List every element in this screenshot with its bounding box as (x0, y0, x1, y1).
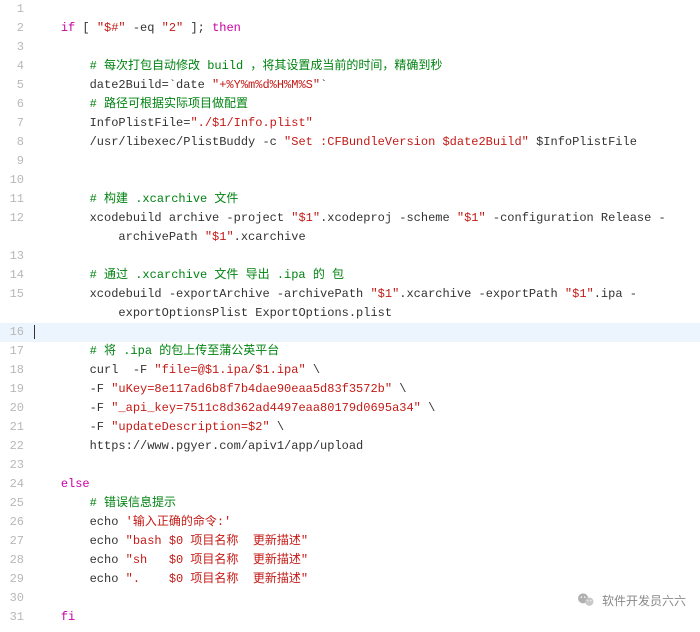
code-line[interactable]: 6 # 路径可根据实际项目做配置 (0, 95, 700, 114)
code-content: /usr/libexec/PlistBuddy -c "Set :CFBundl… (32, 133, 700, 152)
code-line[interactable]: 19 -F "uKey=8e117ad6b8f7b4dae90eaa5d83f3… (0, 380, 700, 399)
line-number: 6 (0, 95, 32, 114)
code-content: date2Build=`date "+%Y%m%d%H%M%S"` (32, 76, 700, 95)
line-number: 21 (0, 418, 32, 437)
code-content: curl -F "file=@$1.ipa/$1.ipa" \ (32, 361, 700, 380)
line-number: 27 (0, 532, 32, 551)
code-line[interactable]: 12 xcodebuild archive -project "$1".xcod… (0, 209, 700, 228)
code-line[interactable]: 31 fi (0, 608, 700, 627)
line-number: 15 (0, 285, 32, 304)
code-line[interactable]: 10 (0, 171, 700, 190)
code-line[interactable]: 15 xcodebuild -exportArchive -archivePat… (0, 285, 700, 304)
code-line[interactable]: 20 -F "_api_key=7511c8d362ad4497eaa80179… (0, 399, 700, 418)
line-number: 31 (0, 608, 32, 627)
code-line[interactable]: 18 curl -F "file=@$1.ipa/$1.ipa" \ (0, 361, 700, 380)
code-content (32, 323, 700, 342)
code-content: archivePath "$1".xcarchive (32, 228, 700, 247)
line-number: 2 (0, 19, 32, 38)
line-number: 28 (0, 551, 32, 570)
code-editor[interactable]: 12 if [ "$#" -eq "2" ]; then34 # 每次打包自动修… (0, 0, 700, 632)
code-line[interactable]: 13 (0, 247, 700, 266)
line-number: 13 (0, 247, 32, 266)
source-label: 软件开发员六六 (602, 592, 686, 609)
code-content: # 将 .ipa 的包上传至蒲公英平台 (32, 342, 700, 361)
line-number: 22 (0, 437, 32, 456)
code-content: xcodebuild archive -project "$1".xcodepr… (32, 209, 700, 228)
code-content: # 构建 .xcarchive 文件 (32, 190, 700, 209)
line-number: 4 (0, 57, 32, 76)
line-number: 17 (0, 342, 32, 361)
code-line[interactable]: 21 -F "updateDescription=$2" \ (0, 418, 700, 437)
line-number: 11 (0, 190, 32, 209)
line-number: 16 (0, 323, 32, 342)
code-content: -F "uKey=8e117ad6b8f7b4dae90eaa5d83f3572… (32, 380, 700, 399)
code-line[interactable]: 14 # 通过 .xcarchive 文件 导出 .ipa 的 包 (0, 266, 700, 285)
code-content: # 路径可根据实际项目做配置 (32, 95, 700, 114)
line-number: 26 (0, 513, 32, 532)
code-line[interactable]: 25 # 错误信息提示 (0, 494, 700, 513)
line-number: 8 (0, 133, 32, 152)
code-content: # 通过 .xcarchive 文件 导出 .ipa 的 包 (32, 266, 700, 285)
line-number: 24 (0, 475, 32, 494)
code-line[interactable]: 11 # 构建 .xcarchive 文件 (0, 190, 700, 209)
line-number: 12 (0, 209, 32, 228)
code-line[interactable]: 4 # 每次打包自动修改 build ，将其设置成当前的时间，精确到秒 (0, 57, 700, 76)
line-number: 3 (0, 38, 32, 57)
code-content: InfoPlistFile="./$1/Info.plist" (32, 114, 700, 133)
code-content: xcodebuild -exportArchive -archivePath "… (32, 285, 700, 304)
line-number: 1 (0, 0, 32, 19)
code-line[interactable]: 26 echo '输入正确的命令:' (0, 513, 700, 532)
code-line[interactable]: 7 InfoPlistFile="./$1/Info.plist" (0, 114, 700, 133)
code-line[interactable]: 1 (0, 0, 700, 19)
code-content: # 错误信息提示 (32, 494, 700, 513)
code-line[interactable]: 8 /usr/libexec/PlistBuddy -c "Set :CFBun… (0, 133, 700, 152)
code-content: echo "sh $0 项目名称 更新描述" (32, 551, 700, 570)
line-number: 9 (0, 152, 32, 171)
code-line[interactable]: 16 (0, 323, 700, 342)
line-number: 7 (0, 114, 32, 133)
code-line[interactable]: 24 else (0, 475, 700, 494)
code-line[interactable]: 22 https://www.pgyer.com/apiv1/app/uploa… (0, 437, 700, 456)
code-content: echo "bash $0 项目名称 更新描述" (32, 532, 700, 551)
code-line[interactable]: 28 echo "sh $0 项目名称 更新描述" (0, 551, 700, 570)
line-number: 30 (0, 589, 32, 608)
line-number: 14 (0, 266, 32, 285)
code-content: if [ "$#" -eq "2" ]; then (32, 19, 700, 38)
line-number: 20 (0, 399, 32, 418)
text-caret (34, 325, 35, 339)
code-content: exportOptionsPlist ExportOptions.plist (32, 304, 700, 323)
code-line[interactable]: 5 date2Build=`date "+%Y%m%d%H%M%S"` (0, 76, 700, 95)
line-number: 23 (0, 456, 32, 475)
code-content: https://www.pgyer.com/apiv1/app/upload (32, 437, 700, 456)
code-content: -F "_api_key=7511c8d362ad4497eaa80179d06… (32, 399, 700, 418)
code-line[interactable]: 23 (0, 456, 700, 475)
code-line[interactable]: archivePath "$1".xcarchive (0, 228, 700, 247)
code-line[interactable]: 3 (0, 38, 700, 57)
code-content: echo ". $0 项目名称 更新描述" (32, 570, 700, 589)
line-number: 25 (0, 494, 32, 513)
code-line[interactable]: exportOptionsPlist ExportOptions.plist (0, 304, 700, 323)
code-line[interactable]: 9 (0, 152, 700, 171)
code-content: else (32, 475, 700, 494)
code-content: echo '输入正确的命令:' (32, 513, 700, 532)
wechat-icon (576, 590, 596, 610)
code-line[interactable]: 17 # 将 .ipa 的包上传至蒲公英平台 (0, 342, 700, 361)
code-line[interactable]: 29 echo ". $0 项目名称 更新描述" (0, 570, 700, 589)
line-number: 18 (0, 361, 32, 380)
line-number: 10 (0, 171, 32, 190)
line-number: 29 (0, 570, 32, 589)
line-number: 5 (0, 76, 32, 95)
code-content: # 每次打包自动修改 build ，将其设置成当前的时间，精确到秒 (32, 57, 700, 76)
code-line[interactable]: 2 if [ "$#" -eq "2" ]; then (0, 19, 700, 38)
code-content: fi (32, 608, 700, 627)
source-badge: 软件开发员六六 (576, 590, 686, 610)
code-content: -F "updateDescription=$2" \ (32, 418, 700, 437)
line-number: 19 (0, 380, 32, 399)
code-line[interactable]: 27 echo "bash $0 项目名称 更新描述" (0, 532, 700, 551)
